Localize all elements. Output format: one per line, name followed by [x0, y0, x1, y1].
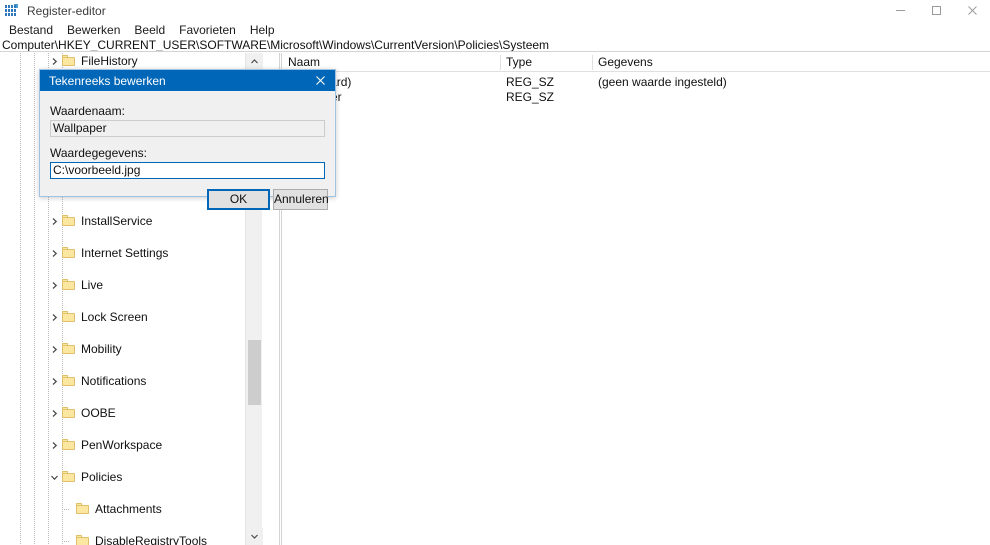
tree-item-label: Live — [81, 278, 104, 292]
title-bar: Register-editor — [0, 0, 990, 21]
maximize-button[interactable] — [918, 0, 954, 21]
tree-item-label: InstallService — [81, 214, 153, 228]
tree-item-label: DisableRegistryTools — [95, 534, 208, 545]
menu-item-bewerken[interactable]: Bewerken — [60, 22, 127, 38]
value-type: REG_SZ — [506, 75, 555, 89]
chevron-right-icon[interactable] — [48, 277, 60, 293]
folder-icon — [76, 503, 89, 514]
chevron-down-icon[interactable] — [48, 469, 60, 485]
tree-item-label: FileHistory — [81, 54, 138, 68]
tree-item-label: OOBE — [81, 406, 116, 420]
tree-connector — [64, 541, 70, 542]
tree-item-label: Lock Screen — [81, 310, 148, 324]
tree-item-live[interactable]: Live — [0, 277, 262, 293]
scroll-down-button[interactable] — [246, 528, 263, 545]
folder-icon — [62, 247, 75, 258]
folder-icon — [62, 215, 75, 226]
folder-icon — [62, 407, 75, 418]
chevron-right-icon[interactable] — [48, 405, 60, 421]
folder-icon — [76, 535, 89, 545]
chevron-right-icon[interactable] — [48, 373, 60, 389]
tree-item-policies[interactable]: Policies — [0, 469, 262, 485]
tree-item-attachments[interactable]: Attachments — [0, 501, 262, 517]
tree-item-oobe[interactable]: OOBE — [0, 405, 262, 421]
tree-item-installservice[interactable]: InstallService — [0, 213, 262, 229]
ok-button[interactable]: OK — [207, 189, 270, 210]
folder-icon — [62, 55, 75, 66]
chevron-right-icon[interactable] — [48, 245, 60, 261]
registry-values-pane: Naam Type Gegevens (Standaard) REG_SZ (g… — [283, 53, 990, 545]
dialog-title-bar: Tekenreeks bewerken — [40, 70, 335, 91]
tree-item-label: Policies — [81, 470, 123, 484]
tree-connector — [64, 509, 70, 510]
folder-icon — [62, 471, 75, 482]
menu-item-bestand[interactable]: Bestand — [2, 22, 60, 38]
registry-editor-window: Register-editor Bestand Bewerken Beeld F… — [0, 0, 990, 545]
tree-item-mobility[interactable]: Mobility — [0, 341, 262, 357]
menu-item-help[interactable]: Help — [243, 22, 282, 38]
tree-item-label: Notifications — [81, 374, 147, 388]
window-controls — [882, 0, 990, 21]
tree-item-label: PenWorkspace — [81, 438, 163, 452]
dialog-body: Waardenaam: Wallpaper Waardegegevens: C:… — [40, 91, 335, 210]
chevron-right-icon[interactable] — [48, 341, 60, 357]
folder-icon — [62, 375, 75, 386]
edit-string-dialog: Tekenreeks bewerken Waardenaam: Wallpape… — [39, 69, 336, 210]
tree-item-internet-settings[interactable]: Internet Settings — [0, 245, 262, 261]
tree-item-filehistory[interactable]: FileHistory — [0, 53, 262, 69]
tree-item-penworkspace[interactable]: PenWorkspace — [0, 437, 262, 453]
registry-editor-icon — [5, 3, 19, 18]
cancel-button[interactable]: Annuleren — [273, 189, 329, 210]
tree-item-label: Attachments — [95, 502, 162, 516]
table-row[interactable]: (Standaard) REG_SZ (geen waarde ingestel… — [283, 75, 990, 90]
value-name-input[interactable]: Wallpaper — [50, 120, 325, 137]
value-data — [593, 90, 990, 105]
folder-icon — [62, 439, 75, 450]
value-data: (geen waarde ingesteld) — [598, 75, 727, 89]
tree-item-disableregistrytools[interactable]: DisableRegistryTools — [0, 533, 262, 545]
value-name-label: Waardenaam: — [50, 104, 125, 118]
value-type: REG_SZ — [506, 90, 555, 104]
value-data-input[interactable]: C:\voorbeeld.jpg — [50, 162, 325, 179]
minimize-button[interactable] — [882, 0, 918, 21]
folder-icon — [62, 311, 75, 322]
value-data-label: Waardegegevens: — [50, 146, 147, 160]
menu-bar: Bestand Bewerken Beeld Favorieten Help — [0, 21, 990, 38]
dialog-title: Tekenreeks bewerken — [49, 73, 166, 88]
address-bar[interactable]: Computer\HKEY_CURRENT_USER\SOFTWARE\Micr… — [0, 38, 990, 52]
chevron-right-icon[interactable] — [48, 309, 60, 325]
tree-item-label: Mobility — [81, 342, 122, 356]
chevron-right-icon[interactable] — [48, 213, 60, 229]
tree-scrollbar-thumb[interactable] — [248, 340, 261, 405]
tree-item-label: Internet Settings — [81, 246, 169, 260]
tree-item-lock-screen[interactable]: Lock Screen — [0, 309, 262, 325]
menu-item-beeld[interactable]: Beeld — [127, 22, 172, 38]
chevron-right-icon[interactable] — [48, 53, 60, 69]
menu-item-favorieten[interactable]: Favorieten — [172, 22, 243, 38]
column-header-type[interactable]: Type — [501, 53, 592, 72]
folder-icon — [62, 343, 75, 354]
tree-item-notifications[interactable]: Notifications — [0, 373, 262, 389]
folder-icon — [62, 279, 75, 290]
values-column-header: Naam Type Gegevens — [283, 53, 990, 72]
dialog-close-icon[interactable] — [305, 70, 335, 91]
chevron-right-icon[interactable] — [48, 437, 60, 453]
close-button[interactable] — [954, 0, 990, 21]
scroll-up-button[interactable] — [246, 53, 263, 70]
table-row[interactable]: Wallpaper REG_SZ — [283, 90, 990, 105]
window-title: Register-editor — [27, 3, 106, 18]
column-header-gegevens[interactable]: Gegevens — [593, 53, 990, 72]
